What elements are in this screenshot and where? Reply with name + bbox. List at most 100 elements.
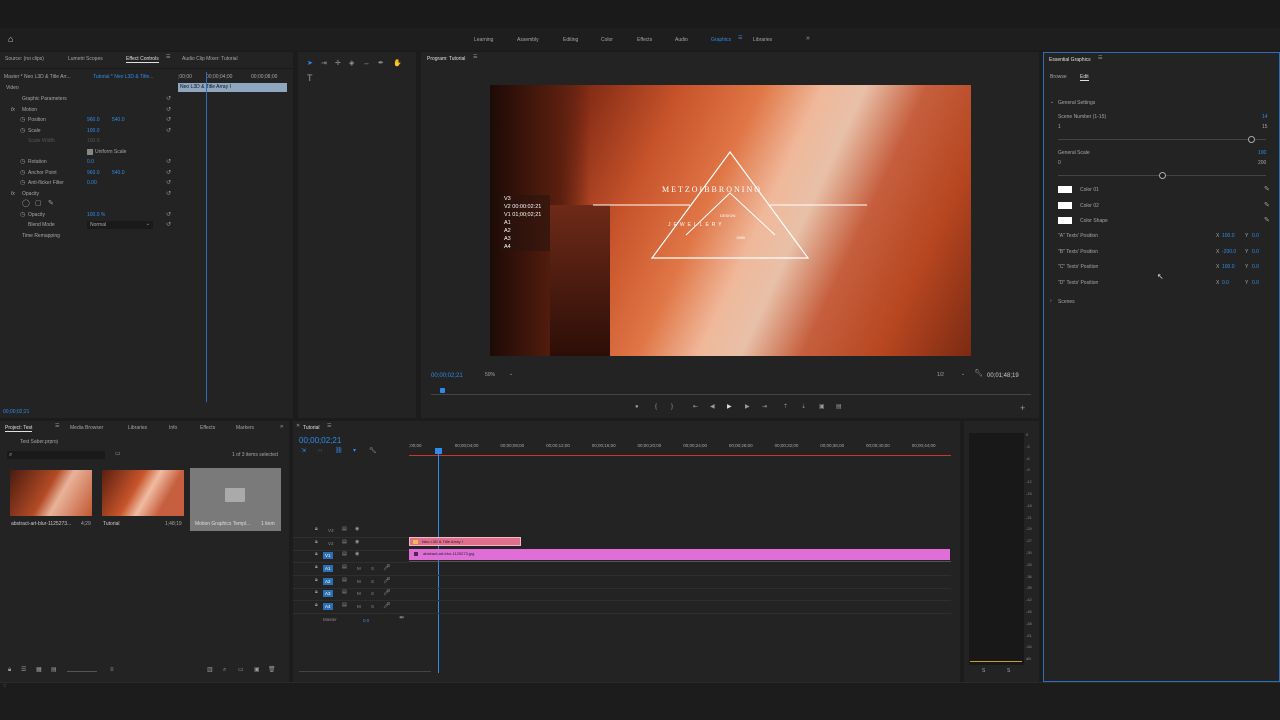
reset-icon[interactable]: ↺ xyxy=(166,128,171,134)
workspace-learning[interactable]: Learning xyxy=(474,37,493,43)
ripple-edit-icon[interactable]: ✛ xyxy=(335,60,341,67)
y-value[interactable]: 0.0 xyxy=(1252,280,1259,286)
quality-chevron-icon[interactable]: ⌄ xyxy=(961,372,965,377)
timeline-menu-icon[interactable]: ☰ xyxy=(327,424,331,429)
razor-tool-icon[interactable]: ◈ xyxy=(349,60,354,67)
tl-zoom-bar[interactable] xyxy=(299,671,431,672)
track-lock-icon[interactable]: 🔒︎ xyxy=(315,590,318,595)
close-icon[interactable]: ✕ xyxy=(296,424,300,429)
list-view-icon[interactable]: ☰ xyxy=(21,667,26,673)
eye-icon[interactable]: ◉ xyxy=(355,527,359,532)
workspace-assembly[interactable]: Assembly xyxy=(517,37,539,43)
clip-label[interactable]: Tutorial * Neo L3D & Title... xyxy=(93,75,153,80)
new-bin-button-icon[interactable]: ▭ xyxy=(238,667,244,673)
tab-effect-controls[interactable]: Effect Controls xyxy=(126,56,159,63)
zoom-select[interactable]: 50% xyxy=(485,373,495,378)
meter-solo-right[interactable]: S xyxy=(1007,669,1010,674)
general-settings[interactable]: General Settings xyxy=(1058,101,1095,106)
lift-icon[interactable]: ⇡ xyxy=(783,404,788,410)
lock-icon[interactable]: 🔒︎ xyxy=(8,667,11,673)
x-value[interactable]: -200.0 xyxy=(1222,249,1236,255)
thumb-size-slider[interactable] xyxy=(67,671,97,672)
tab-source[interactable]: Source: (no clips) xyxy=(5,56,44,62)
reset-icon[interactable]: ↺ xyxy=(166,191,171,197)
workspace-graphics[interactable]: Graphics xyxy=(711,37,731,43)
track-select-icon[interactable]: ⇥ xyxy=(321,60,327,67)
track-lock-icon[interactable]: 🔒︎ xyxy=(315,527,318,532)
clip-v1[interactable]: abstract-art-blur-1125273.jpg xyxy=(409,549,950,560)
track-lock-icon[interactable]: 🔒︎ xyxy=(315,552,318,557)
scenes-label[interactable]: Scenes xyxy=(1058,300,1075,305)
fx-icon[interactable]: fx xyxy=(11,108,15,113)
stopwatch-icon[interactable]: ◷ xyxy=(20,170,25,176)
play-icon[interactable]: ▶ xyxy=(727,404,732,410)
tab-info[interactable]: Info xyxy=(169,425,177,431)
y-value[interactable]: 0.0 xyxy=(1252,249,1259,255)
tab-markers[interactable]: Markers xyxy=(236,425,254,431)
selection-tool-icon[interactable]: ➤ xyxy=(307,60,313,67)
pen-mask-icon[interactable]: ✎ xyxy=(48,200,54,207)
tab-lumetri[interactable]: Lumetri Scopes xyxy=(68,56,103,62)
eye-icon[interactable]: ◉ xyxy=(355,539,359,545)
microphone-icon[interactable]: 🎤︎ xyxy=(383,590,391,596)
microphone-icon[interactable]: 🎤︎ xyxy=(383,603,391,609)
graphic-params[interactable]: Graphic Parameters xyxy=(22,97,67,102)
thumb-tutorial[interactable] xyxy=(102,470,184,516)
new-bin-icon[interactable]: ▭ xyxy=(115,451,121,457)
y-value[interactable]: 0.0 xyxy=(1252,265,1259,270)
go-to-in-icon[interactable]: ⇤ xyxy=(693,404,698,410)
solo-button[interactable]: S xyxy=(371,591,374,596)
scale-slider-knob[interactable] xyxy=(1159,172,1166,179)
track-sync-icon[interactable]: ▤ xyxy=(342,552,347,557)
rect-mask-icon[interactable]: ▢ xyxy=(35,200,42,207)
mute-button[interactable]: M xyxy=(357,604,361,609)
reset-icon[interactable]: ↺ xyxy=(166,212,171,218)
anchor-x[interactable]: 960.0 xyxy=(87,171,100,176)
tab-project[interactable]: Project: Test xyxy=(5,425,33,432)
opacity-value[interactable]: 100.0 % xyxy=(87,213,105,218)
microphone-icon[interactable]: 🎤︎ xyxy=(383,578,391,584)
stopwatch-icon[interactable]: ◷ xyxy=(20,159,25,165)
pen-tool-icon[interactable]: ✒ xyxy=(378,60,384,67)
quality-select[interactable]: 1/2 xyxy=(937,373,944,378)
workspace-audio[interactable]: Audio xyxy=(675,37,688,43)
track-sync-icon[interactable]: ▤ xyxy=(342,565,347,570)
stopwatch-icon[interactable]: ◷ xyxy=(20,117,25,123)
ec-timecode[interactable]: 00;00;02;21 xyxy=(3,410,29,415)
thumb-abstract[interactable] xyxy=(10,470,92,516)
reset-icon[interactable]: ↺ xyxy=(166,159,171,165)
clip-v2[interactable]: Neo L3D & Title Array I xyxy=(409,537,521,546)
flicker-value[interactable]: 0.00 xyxy=(87,181,97,186)
comparison-icon[interactable]: ▤ xyxy=(836,404,842,410)
track-v1[interactable]: V1 xyxy=(323,552,333,559)
go-to-out-icon[interactable]: ⇥ xyxy=(762,404,767,410)
reset-icon[interactable]: ↺ xyxy=(166,222,171,228)
stopwatch-icon[interactable]: ◷ xyxy=(20,212,25,218)
graphics-menu-icon[interactable]: ☰ xyxy=(738,36,742,41)
color-swatch[interactable] xyxy=(1058,217,1072,224)
mute-button[interactable]: M xyxy=(357,566,361,571)
anchor-y[interactable]: 540.0 xyxy=(112,171,125,176)
reset-icon[interactable]: ↺ xyxy=(166,170,171,176)
track-a4[interactable]: A4 xyxy=(323,602,333,610)
y-value[interactable]: 0.0 xyxy=(1252,234,1259,239)
workspace-editing[interactable]: Editing xyxy=(563,37,578,43)
mute-button[interactable]: M xyxy=(357,579,361,584)
master-label[interactable]: Master * Neo L3D & Title Arr... xyxy=(4,75,71,80)
playhead-marker[interactable] xyxy=(440,388,445,393)
linked-select-icon[interactable]: ⛓︎ xyxy=(335,448,343,454)
solo-button[interactable]: S xyxy=(371,604,374,609)
freeform-view-icon[interactable]: ▤ xyxy=(51,667,57,673)
in-point-icon[interactable]: { xyxy=(655,404,657,410)
eye-icon[interactable]: ◉ xyxy=(355,552,359,557)
new-item-icon[interactable]: ▣ xyxy=(254,667,260,673)
home-icon[interactable]: ⌂ xyxy=(8,35,13,44)
ellipse-mask-icon[interactable]: ◯ xyxy=(22,200,30,207)
eyedropper-icon[interactable]: ✎ xyxy=(1264,217,1270,224)
scale-value[interactable]: 100 xyxy=(1258,151,1266,156)
track-lock-icon[interactable]: 🔒︎ xyxy=(315,602,318,608)
track-sync-icon[interactable]: ▤ xyxy=(342,577,347,583)
blend-select[interactable]: Normal ⌄ xyxy=(87,221,153,229)
reset-icon[interactable]: ↺ xyxy=(166,180,171,186)
tab-browse[interactable]: Browse xyxy=(1050,74,1067,80)
